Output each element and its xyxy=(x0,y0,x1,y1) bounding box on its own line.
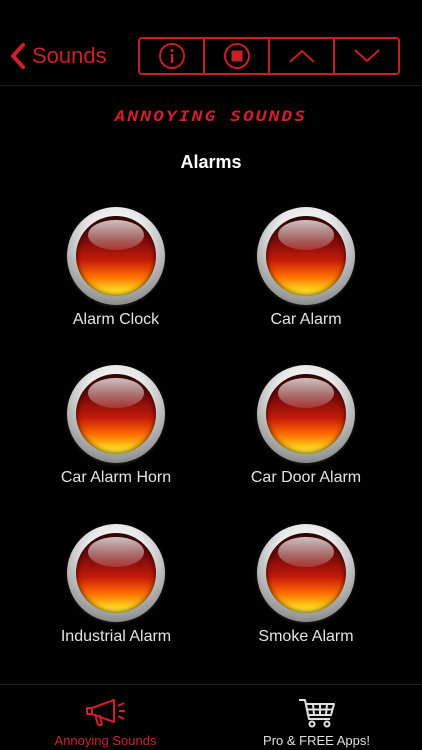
stop-button[interactable] xyxy=(205,39,270,73)
sound-label: Car Alarm xyxy=(270,311,342,328)
chevron-up-icon xyxy=(287,47,317,65)
sound-orb-icon xyxy=(67,207,165,305)
tab-bar: Annoying Sounds Pro & FREE Apps! xyxy=(0,684,422,750)
shopping-cart-icon xyxy=(297,697,337,733)
sound-orb-icon xyxy=(257,365,355,463)
tab-label: Annoying Sounds xyxy=(54,733,157,748)
sound-orb-icon xyxy=(257,207,355,305)
sound-orb-icon xyxy=(67,524,165,622)
sound-button-alarm-clock[interactable]: Alarm Clock xyxy=(26,207,206,329)
sound-label: Industrial Alarm xyxy=(60,628,172,645)
chevron-down-icon xyxy=(352,47,382,65)
toolbar-segmented-control xyxy=(138,37,400,75)
previous-button[interactable] xyxy=(270,39,335,73)
sound-label: Smoke Alarm xyxy=(258,628,354,645)
sound-button-car-door-alarm[interactable]: Car Door Alarm xyxy=(216,365,396,487)
sound-button-car-alarm[interactable]: Car Alarm xyxy=(216,207,396,329)
chevron-left-icon xyxy=(10,42,26,70)
info-icon xyxy=(158,42,186,70)
sound-orb-icon xyxy=(257,524,355,622)
back-button-label: Sounds xyxy=(32,43,107,68)
sound-orb-icon xyxy=(67,365,165,463)
megaphone-icon xyxy=(84,697,128,733)
sound-button-industrial-alarm[interactable]: Industrial Alarm xyxy=(26,524,206,646)
info-button[interactable] xyxy=(140,39,205,73)
section-title: Alarms xyxy=(180,152,242,172)
app-logo: ANNOYING SOUNDS xyxy=(114,108,308,125)
sound-label: Alarm Clock xyxy=(72,311,160,328)
sound-label: Car Alarm Horn xyxy=(60,469,172,486)
sound-label: Car Door Alarm xyxy=(250,469,362,486)
tab-annoying-sounds[interactable]: Annoying Sounds xyxy=(0,685,211,750)
sound-button-car-alarm-horn[interactable]: Car Alarm Horn xyxy=(26,365,206,487)
stop-icon xyxy=(223,42,251,70)
next-button[interactable] xyxy=(335,39,398,73)
tab-label: Pro & FREE Apps! xyxy=(263,733,370,748)
sound-button-smoke-alarm[interactable]: Smoke Alarm xyxy=(216,524,396,646)
tab-pro-free-apps[interactable]: Pro & FREE Apps! xyxy=(211,685,422,750)
back-button[interactable]: Sounds xyxy=(10,40,107,72)
navigation-bar: Sounds xyxy=(0,0,422,86)
